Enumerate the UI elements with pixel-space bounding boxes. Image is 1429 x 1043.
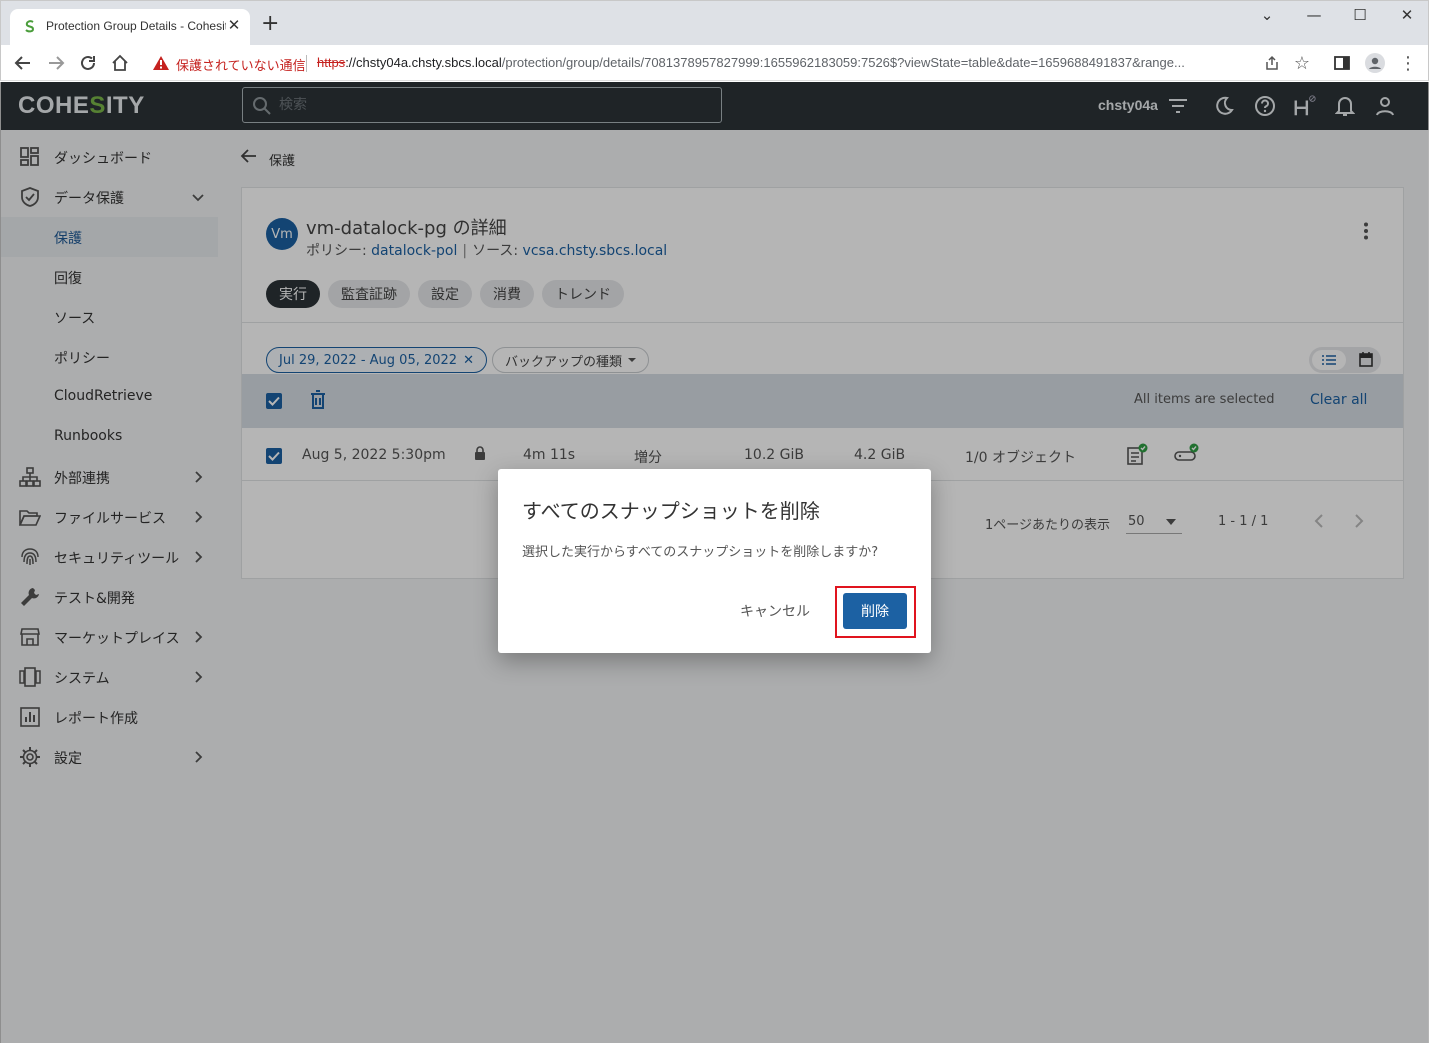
warning-icon xyxy=(153,56,169,70)
tab-search-icon[interactable]: ⌄ xyxy=(1257,6,1277,24)
home-icon[interactable] xyxy=(109,52,131,74)
close-window-icon[interactable]: ✕ xyxy=(1397,6,1417,24)
url-path: /protection/group/details/70813789578279… xyxy=(501,55,1185,70)
divider xyxy=(306,55,307,72)
url-text[interactable]: https://chsty04a.chsty.sbcs.local/protec… xyxy=(317,55,1267,70)
delete-snapshots-dialog: すべてのスナップショットを削除 選択した実行からすべてのスナップショットを削除し… xyxy=(498,469,931,653)
back-icon[interactable] xyxy=(12,52,34,74)
url-host: ://chsty04a.chsty.sbcs.local xyxy=(345,55,502,70)
dialog-title: すべてのスナップショットを削除 xyxy=(522,499,820,523)
reload-icon[interactable] xyxy=(77,52,99,74)
bookmark-star-icon[interactable]: ☆ xyxy=(1291,52,1313,74)
maximize-icon[interactable]: ☐ xyxy=(1350,6,1370,24)
side-panel-icon[interactable] xyxy=(1331,52,1353,74)
profile-icon[interactable] xyxy=(1364,52,1386,74)
insecure-label: 保護されていない通信 xyxy=(176,58,306,73)
address-bar[interactable]: 保護されていない通信 https://chsty04a.chsty.sbcs.l… xyxy=(143,50,1321,77)
menu-icon[interactable]: ⋮ xyxy=(1397,52,1419,74)
dialog-message: 選択した実行からすべてのスナップショットを削除しますか? xyxy=(522,545,879,560)
new-tab-icon[interactable]: + xyxy=(261,13,279,35)
tab-title: Protection Group Details - Cohesity xyxy=(46,19,226,33)
forward-icon[interactable] xyxy=(45,52,67,74)
close-tab-icon[interactable]: ✕ xyxy=(226,16,242,34)
browser-tabstrip: Protection Group Details - Cohesity ✕ + … xyxy=(0,0,1429,46)
cohesity-favicon-icon xyxy=(22,18,38,34)
browser-tab[interactable]: Protection Group Details - Cohesity ✕ xyxy=(10,9,250,46)
browser-toolbar: 保護されていない通信 https://chsty04a.chsty.sbcs.l… xyxy=(0,45,1429,81)
share-icon[interactable] xyxy=(1261,52,1283,74)
delete-button[interactable]: 削除 xyxy=(843,593,907,629)
url-scheme: https xyxy=(317,55,346,70)
cancel-button[interactable]: キャンセル xyxy=(732,593,818,629)
minimize-icon[interactable]: — xyxy=(1304,6,1324,24)
